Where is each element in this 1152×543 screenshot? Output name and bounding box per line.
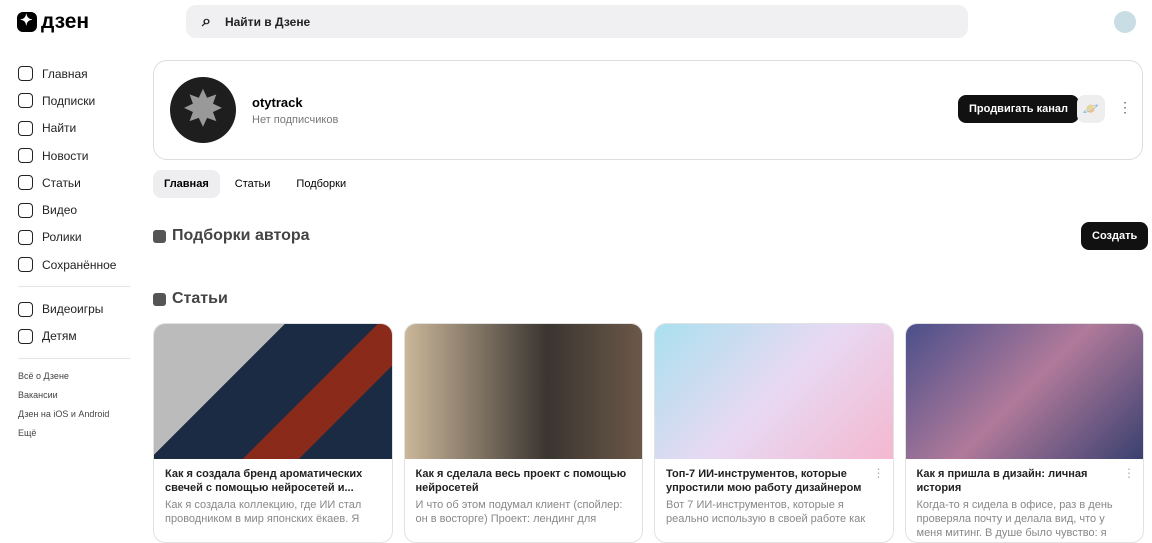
sidebar-item[interactable]: Сохранённое bbox=[18, 251, 130, 278]
divider bbox=[18, 357, 130, 359]
footer-link[interactable]: Вакансии bbox=[18, 386, 130, 405]
search-icon: ⌕ bbox=[202, 12, 211, 30]
user-avatar[interactable] bbox=[1114, 11, 1136, 33]
article-description: Вот 7 ИИ-инструментов, которые я реально… bbox=[666, 499, 866, 525]
gamepad-icon bbox=[18, 301, 33, 317]
channel-name: otytrack bbox=[252, 95, 303, 110]
article-card[interactable]: Как я сделала весь проект с помощью нейр… bbox=[403, 323, 643, 543]
kids-icon bbox=[18, 328, 33, 344]
video-icon bbox=[18, 202, 33, 218]
subscriptions-icon bbox=[18, 93, 33, 109]
tab-articles[interactable]: Статьи bbox=[224, 170, 282, 198]
article-description: Как я создала коллекцию, где ИИ стал про… bbox=[165, 499, 362, 525]
tab-collections[interactable]: Подборки bbox=[285, 170, 357, 198]
sidebar-item[interactable]: Новости bbox=[18, 142, 130, 169]
article-image bbox=[154, 324, 392, 459]
article-card[interactable]: Топ-7 ИИ-инструментов, которые упростили… bbox=[654, 323, 894, 543]
bookmark-icon bbox=[18, 257, 33, 273]
more-icon[interactable]: ⋮ bbox=[873, 466, 885, 480]
divider bbox=[18, 286, 130, 288]
channel-avatar: ✸ bbox=[170, 77, 236, 143]
sidebar-item[interactable]: Главная bbox=[18, 60, 130, 87]
collections-icon bbox=[153, 229, 166, 243]
promote-button[interactable]: Продвигать канал bbox=[958, 95, 1079, 123]
sidebar-item[interactable]: Видеоигры bbox=[18, 295, 130, 322]
article-image bbox=[404, 324, 642, 459]
article-title: Как я создала бренд ароматических свечей… bbox=[165, 468, 363, 494]
create-button[interactable]: Создать bbox=[1081, 222, 1149, 250]
more-icon[interactable]: ⋮ bbox=[1123, 466, 1135, 480]
article-image bbox=[655, 324, 893, 459]
sidebar-item[interactable]: Детям bbox=[18, 323, 130, 350]
subscriber-count: Нет подписчиков bbox=[252, 114, 339, 126]
sidebar: Главная Подписки Найти Новости Статьи Видео Ро… bbox=[18, 60, 130, 443]
article-image bbox=[905, 324, 1143, 459]
search-icon bbox=[18, 120, 33, 136]
more-icon[interactable]: ⋮ bbox=[1118, 99, 1132, 116]
planet-icon[interactable]: 🪐 bbox=[1077, 95, 1105, 123]
sidebar-item[interactable]: Найти bbox=[18, 115, 130, 142]
sidebar-item[interactable]: Ролики bbox=[18, 224, 130, 251]
article-card[interactable]: Как я пришла в дизайн: личная история Ког… bbox=[904, 323, 1144, 543]
sidebar-item[interactable]: Видео bbox=[18, 196, 130, 223]
news-icon bbox=[18, 148, 33, 164]
logo[interactable]: дзен bbox=[17, 10, 89, 34]
collections-heading: Подборки автора bbox=[153, 227, 310, 245]
logo-icon bbox=[17, 11, 37, 32]
article-title: Как я пришла в дизайн: личная история bbox=[916, 468, 1088, 494]
articles-icon bbox=[153, 292, 166, 306]
home-icon bbox=[18, 66, 33, 82]
footer-link[interactable]: Дзен на iOS и Android bbox=[18, 405, 130, 424]
article-card[interactable]: Как я создала бренд ароматических свечей… bbox=[153, 323, 393, 543]
footer-link[interactable]: Всё о Дзене bbox=[18, 367, 130, 386]
footer-link[interactable]: Ещё bbox=[18, 424, 130, 443]
articles-icon bbox=[18, 175, 33, 191]
shorts-icon bbox=[18, 229, 33, 245]
channel-card: ✸ otytrack Нет подписчиков Продвигать ка… bbox=[153, 60, 1143, 160]
search-input[interactable]: ⌕ Найти в Дзене bbox=[186, 5, 968, 38]
sidebar-item[interactable]: Статьи bbox=[18, 169, 130, 196]
articles-heading: Статьи bbox=[153, 290, 228, 308]
article-title: Топ-7 ИИ-инструментов, которые упростили… bbox=[666, 468, 862, 494]
article-description: И что об этом подумал клиент (спойлер: о… bbox=[415, 499, 623, 525]
tab-main[interactable]: Главная bbox=[153, 170, 220, 198]
sidebar-item[interactable]: Подписки bbox=[18, 87, 130, 114]
article-title: Как я сделала весь проект с помощью нейр… bbox=[415, 468, 627, 494]
channel-tabs: Главная Статьи Подборки bbox=[153, 170, 357, 198]
